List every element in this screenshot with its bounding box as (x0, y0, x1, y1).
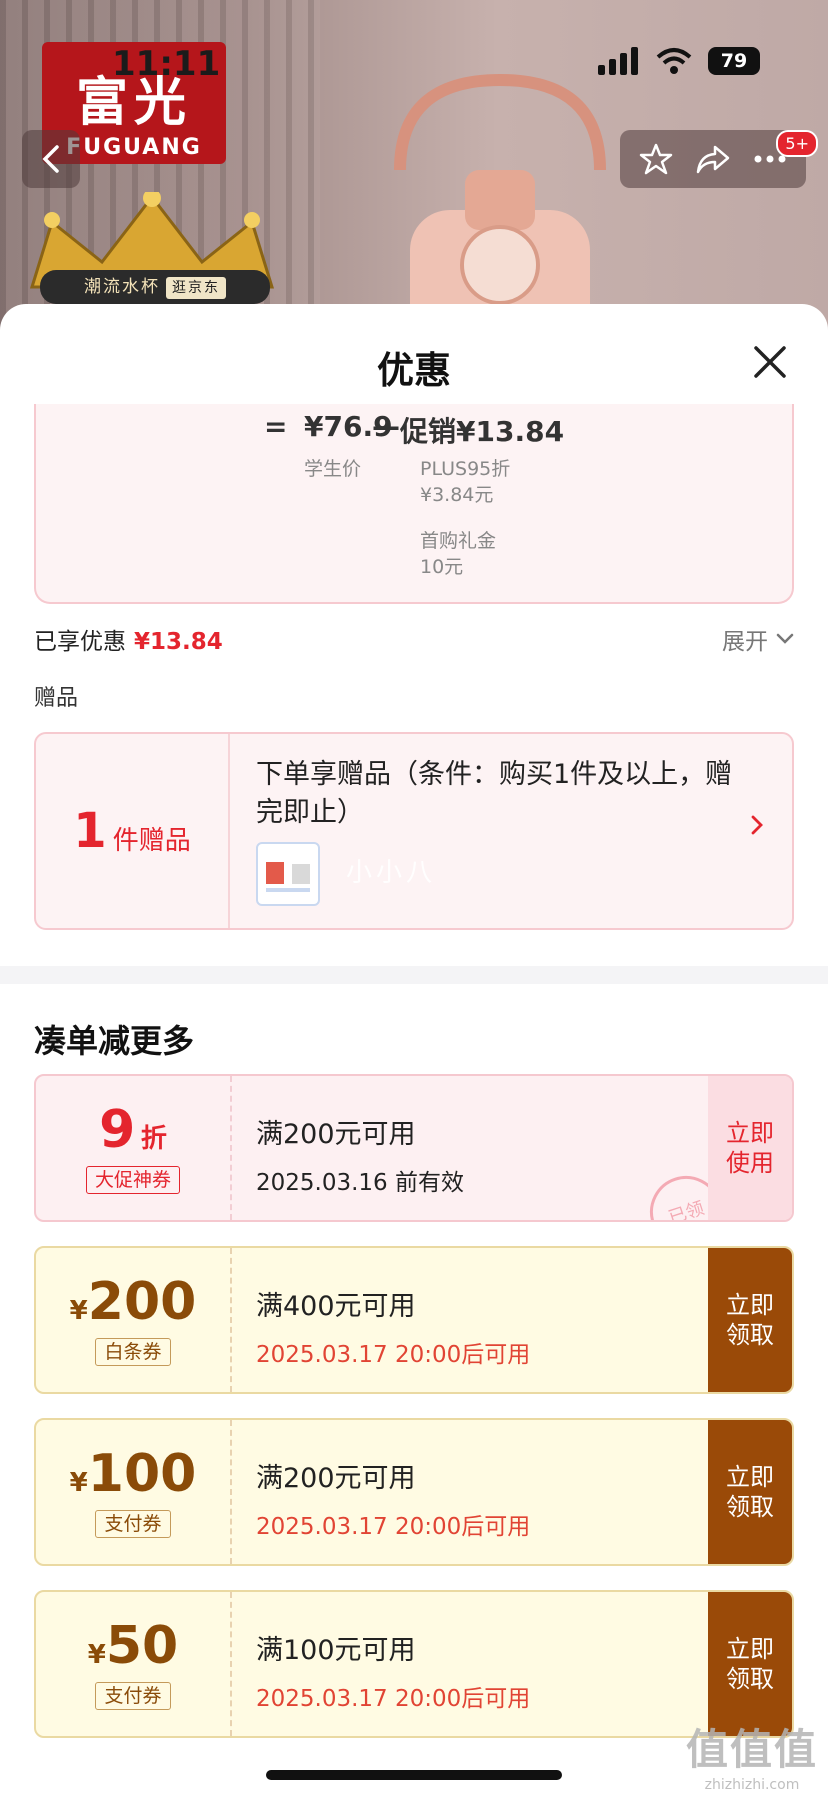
coupon-amount-number: 100 (87, 1444, 197, 1504)
section-divider (0, 966, 828, 984)
coupon-card: ¥200 白条券 满400元可用 2025.03.17 20:00后可用 立即领… (34, 1246, 794, 1394)
watermark-logo: 值值值 (685, 1725, 818, 1774)
coupon-condition: 满200元可用 (256, 1119, 416, 1150)
gift-section-label: 赠品 (34, 686, 79, 711)
coupon-amount-number: 200 (87, 1272, 197, 1332)
promo-detail-plus-value: ¥3.84元 (420, 484, 494, 506)
coupon-amount: ¥100 (36, 1444, 230, 1504)
coupon-amount: ¥50 (36, 1616, 230, 1676)
coupon-type-tag: 支付券 (95, 1510, 171, 1538)
gift-card[interactable]: 1 件赠品 下单享赠品（条件：购买1件及以上，赠完即止） 小小八 (34, 732, 794, 930)
home-indicator[interactable] (266, 1770, 562, 1780)
battery-indicator: 79 (708, 47, 760, 75)
promo-detail-plus: PLUS95折 ¥3.84元 (420, 456, 510, 508)
promo-detail-gift-money-value: 10元 (420, 556, 464, 578)
claim-coupon-button[interactable]: 立即 领取 (708, 1248, 792, 1392)
chevron-right-icon (751, 815, 763, 835)
coupon-value: ¥50 支付券 (36, 1592, 232, 1736)
enjoyed-amount: ¥13.84 (134, 629, 223, 655)
coupon-info: 满200元可用 2025.03.16 前有效 (256, 1112, 464, 1197)
message-count-badge: 5+ (776, 130, 818, 157)
coupon-validity: 2025.03.17 20:00后可用 (256, 1686, 531, 1712)
more-section-title: 凑单减更多 (34, 1022, 195, 1060)
coupon-currency: ¥ (69, 1468, 88, 1498)
button-line-2: 领取 (726, 1321, 774, 1349)
button-line-2: 领取 (726, 1493, 774, 1521)
sheet-title: 优惠 (377, 349, 451, 392)
enjoyed-label: 已享优惠 (34, 629, 126, 655)
coupon-value: ¥200 白条券 (36, 1248, 232, 1392)
gift-description: 下单享赠品（条件：购买1件及以上，赠完即止） (256, 759, 733, 828)
watermark-site: zhizhizhi.com (704, 1777, 800, 1793)
promo-banner-tag: 逛京东 (166, 277, 226, 299)
minus-sign: — (372, 410, 400, 443)
signal-icon (598, 47, 638, 75)
coupon-info: 满400元可用 2025.03.17 20:00后可用 (256, 1284, 530, 1369)
coupon-currency: ¥ (87, 1640, 106, 1670)
coupon-value: 9 折 大促神券 (36, 1076, 232, 1220)
promo-total: 促销¥13.84 (400, 415, 565, 448)
coupon-card: ¥100 支付券 满200元可用 2025.03.17 20:00后可用 立即领… (34, 1418, 794, 1566)
gift-thumbnail[interactable] (256, 842, 320, 906)
coupon-condition: 满100元可用 (256, 1635, 416, 1666)
expand-label: 展开 (722, 629, 768, 655)
coupon-amount-number: 9 (99, 1100, 136, 1160)
enjoyed-discount: 已享优惠 ¥13.84 (34, 622, 223, 656)
gift-count-unit: 件赠品 (112, 825, 191, 856)
coupon-value: ¥100 支付券 (36, 1420, 232, 1564)
coupon-info: 满200元可用 2025.03.17 20:00后可用 (256, 1456, 530, 1541)
button-line-1: 立即 (726, 1463, 774, 1491)
use-coupon-button[interactable]: 立即 使用 (708, 1076, 792, 1220)
gift-count-number: 1 (73, 803, 107, 859)
wifi-icon (656, 48, 692, 74)
equals-sign: = (264, 410, 288, 443)
coupon-amount-unit: 折 (140, 1124, 167, 1154)
button-line-1: 立即 (726, 1119, 774, 1147)
claim-coupon-button[interactable]: 立即 领取 (708, 1420, 792, 1564)
coupon-amount: 9 折 (36, 1100, 230, 1160)
promo-detail-gift-money: 首购礼金 10元 (420, 528, 496, 580)
claim-coupon-button[interactable]: 立即 领取 (708, 1592, 792, 1736)
button-line-1: 立即 (726, 1291, 774, 1319)
coupon-type-tag: 支付券 (95, 1682, 171, 1710)
share-icon[interactable] (695, 143, 731, 175)
promo-detail-gift-money-name: 首购礼金 (420, 530, 497, 552)
coupon-validity: 2025.03.17 20:00后可用 (256, 1514, 531, 1540)
coupon-card: 9 折 大促神券 满200元可用 2025.03.16 前有效 已领 立即 使用 (34, 1074, 794, 1222)
chevron-down-icon (776, 633, 794, 644)
gift-image-icon (266, 862, 310, 892)
gift-watermark-text: 小小八 (346, 858, 437, 888)
coupon-validity: 2025.03.16 前有效 (256, 1170, 464, 1196)
button-line-2: 使用 (726, 1149, 774, 1177)
coupon-amount: ¥200 (36, 1272, 230, 1332)
coupon-validity: 2025.03.17 20:00后可用 (256, 1342, 531, 1368)
button-line-2: 领取 (726, 1665, 774, 1693)
expand-toggle[interactable]: 展开 (722, 622, 794, 656)
site-watermark: 值值值 zhizhizhi.com (686, 1716, 818, 1793)
close-icon[interactable] (748, 340, 792, 384)
gift-count: 1 件赠品 (36, 734, 230, 928)
status-icons: 79 (598, 44, 760, 78)
back-button[interactable] (22, 130, 80, 188)
coupon-currency: ¥ (69, 1296, 88, 1326)
coupon-amount-number: 50 (105, 1616, 179, 1676)
promo-banner: 潮流水杯 逛京东 (40, 270, 270, 304)
discount-sheet: 优惠 = ¥76.9 — 促销¥13.84 学生价 PLUS95折 ¥3.84元… (0, 304, 828, 1796)
coupon-card: ¥50 支付券 满100元可用 2025.03.17 20:00后可用 立即 领取 (34, 1590, 794, 1738)
price-calculation-box: = ¥76.9 — 促销¥13.84 学生价 PLUS95折 ¥3.84元 首购… (34, 404, 794, 604)
bottle-graphic (394, 73, 606, 340)
status-time: 11:11 (112, 44, 221, 84)
chevron-left-icon (42, 145, 59, 173)
coupon-condition: 满200元可用 (256, 1463, 416, 1494)
price-caption: 学生价 (304, 458, 362, 480)
coupon-type-tag: 大促神券 (85, 1166, 180, 1194)
button-line-1: 立即 (726, 1635, 774, 1663)
promo-banner-text: 潮流水杯 (84, 277, 160, 297)
star-icon[interactable] (639, 142, 673, 176)
coupon-type-tag: 白条券 (95, 1338, 171, 1366)
coupon-info: 满100元可用 2025.03.17 20:00后可用 (256, 1628, 530, 1713)
promo-detail-plus-name: PLUS95折 (420, 458, 511, 480)
coupon-condition: 满400元可用 (256, 1291, 416, 1322)
